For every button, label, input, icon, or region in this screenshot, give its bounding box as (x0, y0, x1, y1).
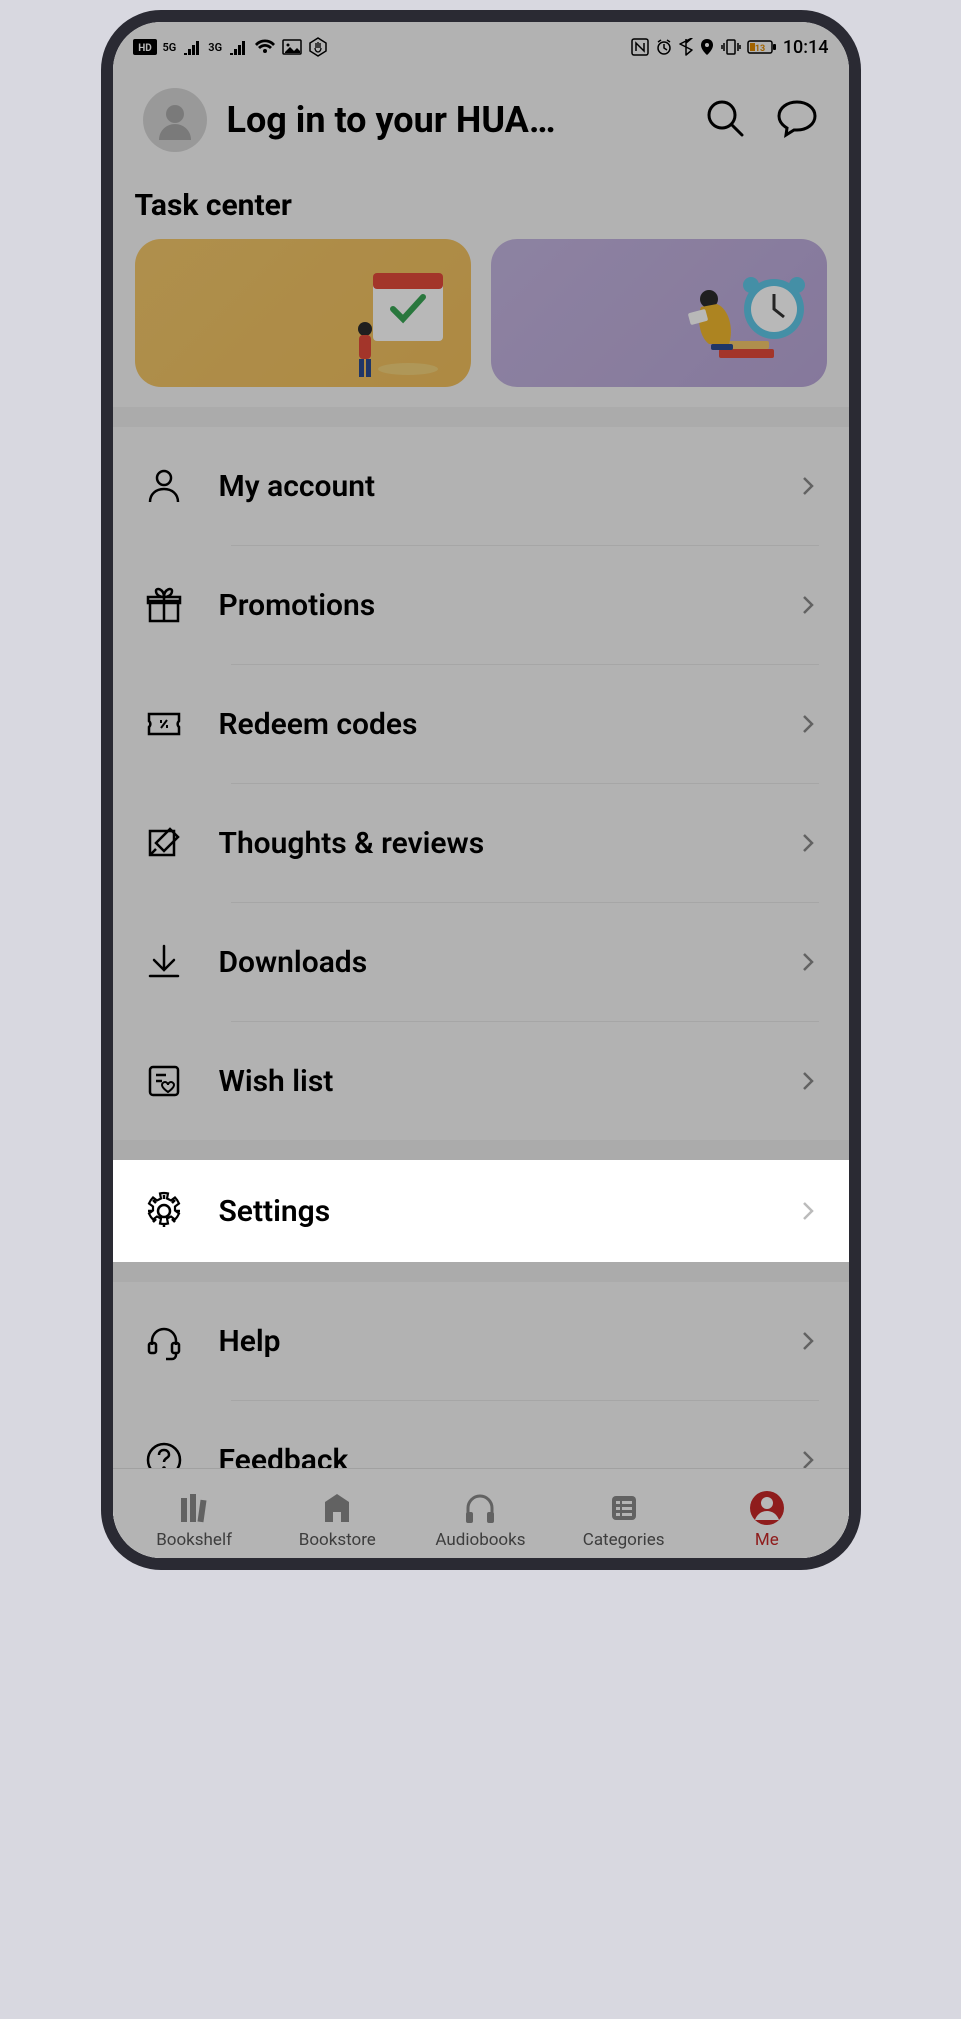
profile-header: Log in to your HUA… (113, 68, 849, 176)
svg-text:13: 13 (755, 44, 765, 54)
task-card-signin[interactable] (135, 239, 471, 387)
nav-label: Bookshelf (156, 1530, 232, 1550)
hd-badge-text: HD (138, 43, 152, 54)
menu-label: Downloads (219, 945, 763, 980)
vibrate-icon (721, 38, 741, 56)
nav-bookshelf[interactable]: Bookshelf (144, 1488, 244, 1550)
categories-icon (604, 1488, 644, 1528)
menu-settings[interactable]: Settings (113, 1160, 849, 1262)
menu-label: Redeem codes (219, 707, 763, 742)
wishlist-icon (143, 1060, 185, 1102)
signal-2-icon (228, 39, 248, 55)
nav-label: Audiobooks (435, 1530, 525, 1550)
menu-list: My account Promotions Redeem codes Thoug… (113, 427, 849, 1519)
location-icon (699, 38, 715, 56)
menu-redeem-codes[interactable]: Redeem codes (113, 665, 849, 783)
menu-label: Help (219, 1324, 763, 1359)
chevron-right-icon (797, 1330, 819, 1352)
bottom-nav: Bookshelf Bookstore Audiobooks Categorie… (113, 1468, 849, 1558)
hd-badge-icon: HD (133, 39, 157, 55)
chevron-right-icon (797, 832, 819, 854)
signal-1-icon (182, 39, 202, 55)
chevron-right-icon (797, 713, 819, 735)
search-icon[interactable] (703, 96, 747, 144)
screen: HD 5G 3G (113, 22, 849, 1558)
nav-label: Categories (583, 1530, 665, 1550)
login-title[interactable]: Log in to your HUA… (227, 99, 683, 141)
avatar[interactable] (143, 88, 207, 152)
nav-audiobooks[interactable]: Audiobooks (430, 1488, 530, 1550)
ticket-icon (143, 703, 185, 745)
chevron-right-icon (797, 594, 819, 616)
menu-label: My account (219, 469, 763, 504)
task-card-reading[interactable] (491, 239, 827, 387)
section-divider (113, 1140, 849, 1160)
menu-wish-list[interactable]: Wish list (113, 1022, 849, 1140)
chat-icon[interactable] (775, 96, 819, 144)
section-divider (113, 407, 849, 427)
chevron-right-icon (797, 1070, 819, 1092)
menu-downloads[interactable]: Downloads (113, 903, 849, 1021)
menu-label: Promotions (219, 588, 763, 623)
headset-icon (143, 1320, 185, 1362)
gear-icon (143, 1190, 185, 1232)
menu-label: Settings (219, 1194, 763, 1229)
nav-bookstore[interactable]: Bookstore (287, 1488, 387, 1550)
status-time: 10:14 (783, 37, 829, 58)
chevron-right-icon (797, 951, 819, 973)
person-icon (143, 465, 185, 507)
menu-my-account[interactable]: My account (113, 427, 849, 545)
bookshelf-icon (174, 1488, 214, 1528)
status-bar: HD 5G 3G (113, 22, 849, 68)
download-icon (143, 941, 185, 983)
menu-label: Thoughts & reviews (219, 826, 763, 861)
battery-icon: 13 (747, 39, 777, 55)
bluetooth-icon (679, 38, 693, 56)
chevron-right-icon (797, 1200, 819, 1222)
nav-label: Me (755, 1530, 779, 1550)
review-icon (143, 822, 185, 864)
nfc-icon (631, 38, 649, 56)
section-divider (113, 1262, 849, 1282)
alarm-icon (655, 38, 673, 56)
menu-help[interactable]: Help (113, 1282, 849, 1400)
nav-categories[interactable]: Categories (574, 1488, 674, 1550)
menu-thoughts-reviews[interactable]: Thoughts & reviews (113, 784, 849, 902)
me-icon (747, 1488, 787, 1528)
task-center-title: Task center (135, 188, 827, 223)
sim-5g-icon: 5G (163, 41, 177, 54)
picture-icon (282, 39, 302, 55)
hand-icon (308, 37, 328, 57)
menu-label: Wish list (219, 1064, 763, 1099)
task-center-section: Task center (113, 176, 849, 407)
gift-icon (143, 584, 185, 626)
menu-promotions[interactable]: Promotions (113, 546, 849, 664)
chevron-right-icon (797, 475, 819, 497)
nav-me[interactable]: Me (717, 1488, 817, 1550)
phone-frame: HD 5G 3G (101, 10, 861, 1570)
wifi-icon (254, 39, 276, 55)
headphones-icon (460, 1488, 500, 1528)
bookstore-icon (317, 1488, 357, 1528)
sim-3g-icon: 3G (208, 41, 222, 54)
nav-label: Bookstore (299, 1530, 376, 1550)
